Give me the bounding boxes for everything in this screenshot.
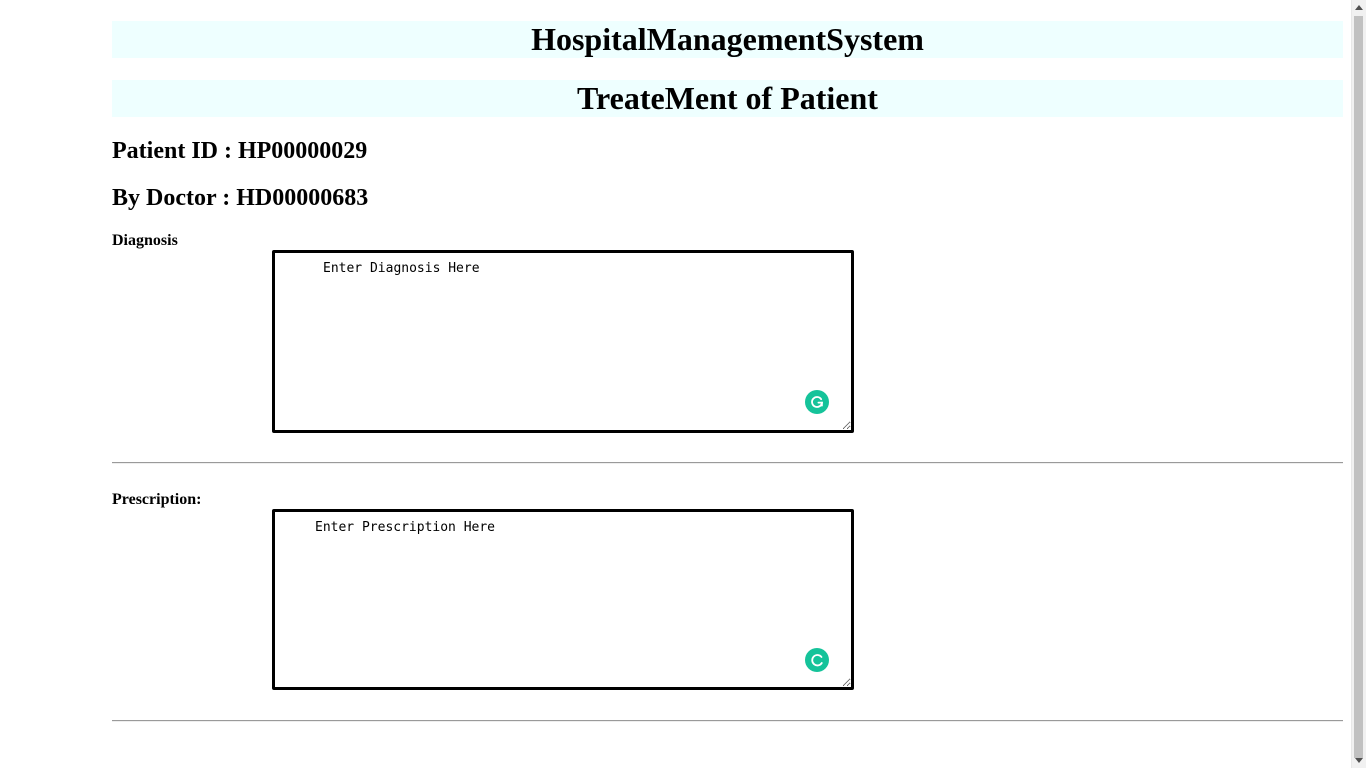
section-title-banner: TreateMent of Patient bbox=[112, 80, 1343, 117]
prescription-textarea[interactable] bbox=[272, 509, 854, 690]
section-title: TreateMent of Patient bbox=[577, 80, 878, 116]
divider-line bbox=[112, 720, 1343, 722]
prescription-label: Prescription: bbox=[112, 491, 202, 508]
diagnosis-textarea[interactable] bbox=[272, 250, 854, 433]
doctor-id-heading: By Doctor : HD00000683 bbox=[112, 185, 369, 211]
prescription-field-container bbox=[272, 509, 854, 690]
grammarly-g-glyph bbox=[811, 396, 824, 408]
page-title-banner: HospitalManagementSystem bbox=[112, 21, 1343, 58]
scroll-down-arrow-icon[interactable] bbox=[1355, 758, 1363, 763]
loading-arc-glyph bbox=[811, 654, 823, 667]
patient-id-heading: Patient ID : HP00000029 bbox=[112, 138, 368, 164]
divider-line bbox=[112, 462, 1343, 464]
scrollbar-thumb[interactable] bbox=[1354, 16, 1363, 758]
page-title: HospitalManagementSystem bbox=[531, 21, 924, 57]
diagnosis-label: Diagnosis bbox=[112, 232, 178, 249]
scroll-up-arrow-icon[interactable] bbox=[1355, 5, 1363, 10]
grammarly-loading-icon[interactable] bbox=[805, 648, 829, 672]
vertical-scrollbar[interactable] bbox=[1351, 0, 1366, 768]
diagnosis-field-container bbox=[272, 250, 854, 433]
page: HospitalManagementSystem TreateMent of P… bbox=[0, 0, 1366, 768]
grammarly-icon[interactable] bbox=[805, 390, 829, 414]
